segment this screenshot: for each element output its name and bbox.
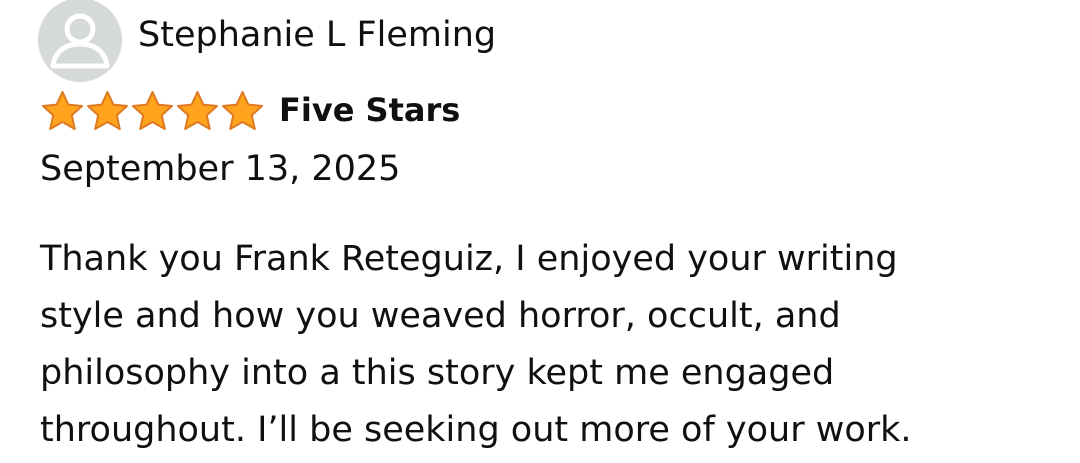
reviewer-profile[interactable]: Stephanie L Fleming — [38, 0, 496, 82]
review-card: Stephanie L Fleming Five Stars September… — [0, 0, 1080, 463]
review-body: Thank you Frank Reteguiz, I enjoyed your… — [40, 239, 912, 450]
review-date: September 13, 2025 — [40, 149, 401, 189]
review-title[interactable]: Five Stars — [279, 94, 460, 126]
star-rating[interactable] — [40, 89, 265, 133]
reviewer-name[interactable]: Stephanie L Fleming — [138, 17, 496, 53]
star-icon — [87, 91, 128, 130]
review-rating[interactable]: Five Stars — [40, 88, 460, 134]
star-icon — [132, 91, 173, 130]
star-icon — [42, 91, 83, 130]
avatar[interactable] — [38, 0, 122, 82]
user-silhouette-icon — [50, 13, 110, 69]
star-icon — [177, 91, 218, 130]
star-icon — [222, 91, 263, 130]
